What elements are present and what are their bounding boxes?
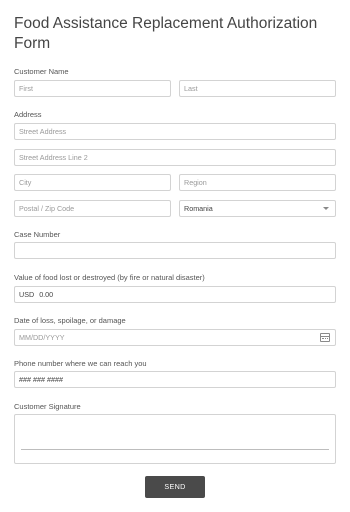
date-of-loss-label: Date of loss, spoilage, or damage	[14, 316, 126, 325]
street-address-line2-input[interactable]: Street Address Line 2	[14, 149, 336, 166]
city-input[interactable]: City	[14, 174, 171, 191]
send-button[interactable]: SEND	[145, 476, 205, 498]
form-title: Food Assistance Replacement Authorizatio…	[14, 15, 318, 52]
country-select[interactable]: Romania	[179, 200, 336, 217]
signature-label: Customer Signature	[14, 402, 81, 411]
calendar-icon[interactable]	[320, 333, 330, 342]
country-select-value: Romania	[184, 204, 213, 213]
date-placeholder: MM/DD/YYYY	[19, 333, 65, 342]
food-value-amount: 0.00	[39, 290, 54, 299]
food-value-input[interactable]: USD 0.00	[14, 286, 336, 303]
phone-input[interactable]: ### ### ####	[14, 371, 336, 388]
food-value-label: Value of food lost or destroyed (by fire…	[14, 273, 205, 282]
signature-pad[interactable]	[14, 414, 336, 464]
address-label: Address	[14, 110, 42, 119]
last-name-input[interactable]: Last	[179, 80, 336, 97]
postal-code-input[interactable]: Postal / Zip Code	[14, 200, 171, 217]
street-address-input[interactable]: Street Address	[14, 123, 336, 140]
region-input[interactable]: Region	[179, 174, 336, 191]
signature-line	[21, 449, 329, 450]
phone-label: Phone number where we can reach you	[14, 359, 147, 368]
currency-prefix: USD	[19, 290, 35, 299]
customer-name-label: Customer Name	[14, 67, 69, 76]
chevron-down-icon	[323, 207, 329, 210]
case-number-input[interactable]	[14, 242, 336, 259]
case-number-label: Case Number	[14, 230, 61, 239]
first-name-input[interactable]: First	[14, 80, 171, 97]
date-of-loss-input[interactable]: MM/DD/YYYY	[14, 329, 336, 346]
